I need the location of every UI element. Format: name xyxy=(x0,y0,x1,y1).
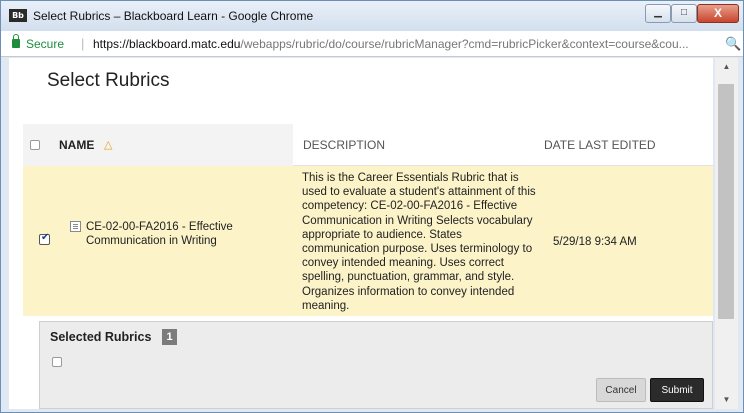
name-column-header[interactable]: NAME △ xyxy=(23,124,293,166)
name-column-label[interactable]: NAME xyxy=(59,138,94,152)
magnifier-icon[interactable]: 🔍 xyxy=(725,36,741,52)
url-path[interactable]: /webapps/rubric/do/course/rubricManager?… xyxy=(240,37,688,51)
scroll-up-arrow-icon[interactable]: ▲ xyxy=(715,58,738,76)
table-header: NAME △ DESCRIPTION DATE LAST EDITED xyxy=(23,124,713,166)
rubric-document-icon xyxy=(70,221,81,232)
rubric-date-edited: 5/29/18 9:34 AM xyxy=(553,236,637,248)
description-column-header: DESCRIPTION xyxy=(303,138,386,152)
vertical-scrollbar[interactable]: ▲ ▼ xyxy=(715,58,738,409)
page-viewport: Select Rubrics NAME △ DESCRIPTION DATE L… xyxy=(9,58,713,409)
window-title: Select Rubrics – Blackboard Learn - Goog… xyxy=(33,9,314,23)
address-bar[interactable]: Secure | https://blackboard.matc.edu/web… xyxy=(1,31,743,57)
selected-rubrics-checkbox[interactable] xyxy=(52,357,62,367)
selected-rubrics-title: Selected Rubrics xyxy=(50,330,152,344)
secure-label[interactable]: Secure xyxy=(26,37,64,51)
url-text[interactable]: https://blackboard.matc.edu/webapps/rubr… xyxy=(93,37,718,51)
scroll-down-arrow-icon[interactable]: ▼ xyxy=(715,391,738,409)
scrollbar-thumb[interactable] xyxy=(718,84,734,319)
url-host[interactable]: https://blackboard.matc.edu xyxy=(93,37,240,51)
checkmark-icon: ✔ xyxy=(41,232,50,243)
browser-window: Bb Select Rubrics – Blackboard Learn - G… xyxy=(0,0,744,413)
close-window-button[interactable]: X xyxy=(697,4,739,23)
title-bar[interactable]: Bb Select Rubrics – Blackboard Learn - G… xyxy=(1,1,743,31)
rubric-description: This is the Career Essentials Rubric tha… xyxy=(302,172,536,312)
row-checkbox[interactable]: ✔ xyxy=(39,232,50,245)
selected-rubrics-panel: Selected Rubrics 1 Cancel Submit xyxy=(39,321,713,409)
table-row[interactable]: ✔ CE-02-00-FA2016 - Effective Communicat… xyxy=(23,166,713,316)
rubric-name[interactable]: CE-02-00-FA2016 - Effective Communicatio… xyxy=(86,220,281,248)
sort-ascending-icon[interactable]: △ xyxy=(104,138,112,151)
maximize-button[interactable]: □ xyxy=(671,4,697,23)
lock-icon[interactable] xyxy=(12,34,20,48)
submit-button[interactable]: Submit xyxy=(650,378,704,402)
cancel-button[interactable]: Cancel xyxy=(596,378,646,402)
selected-count-badge: 1 xyxy=(162,329,177,345)
date-column-header: DATE LAST EDITED xyxy=(544,138,656,152)
select-all-checkbox[interactable] xyxy=(30,140,40,150)
page-title: Select Rubrics xyxy=(47,70,170,91)
address-separator: | xyxy=(81,36,85,51)
minimize-button[interactable]: ▁ xyxy=(645,4,671,23)
blackboard-app-icon: Bb xyxy=(9,9,27,22)
